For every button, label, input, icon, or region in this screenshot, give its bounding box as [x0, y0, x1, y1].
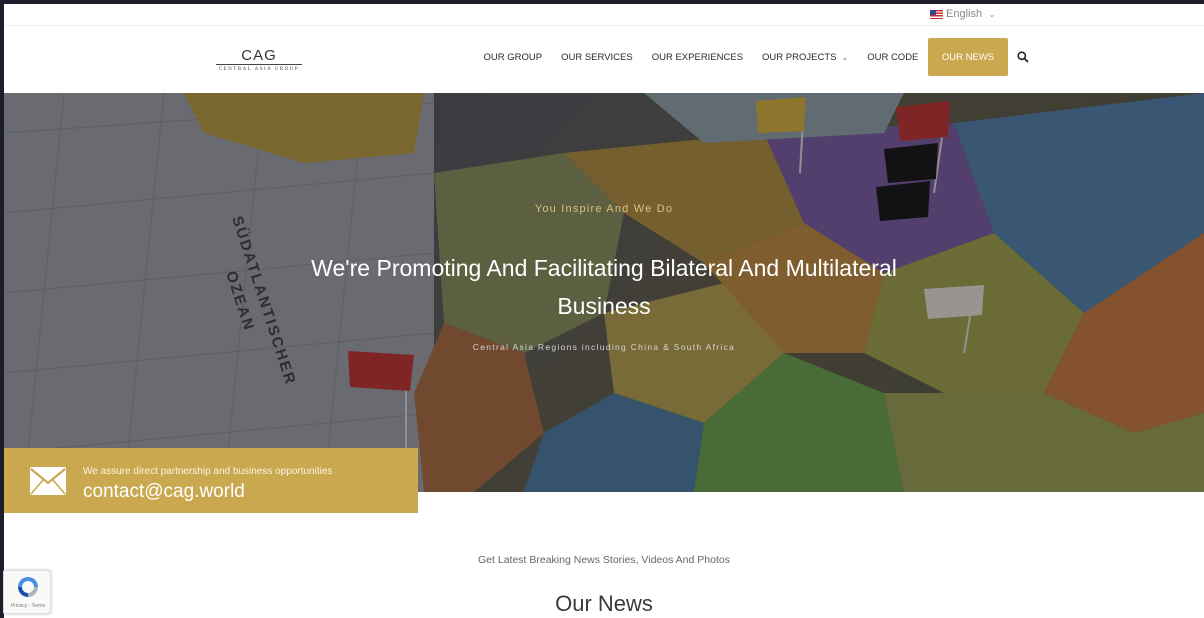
chevron-down-icon: ⌄	[988, 8, 996, 19]
browser-viewport: English ⌄ CAG CENTRAL ASIA GROUP OUR GRO…	[4, 4, 1204, 618]
nav-label: OUR CODE	[867, 51, 919, 63]
us-flag-icon	[930, 9, 943, 19]
contact-note: We assure direct partnership and busines…	[83, 466, 333, 477]
nav-item-our-experiences[interactable]: OUR EXPERIENCES	[642, 38, 752, 76]
nav-item-our-services[interactable]: OUR SERVICES	[552, 38, 643, 76]
search-icon[interactable]	[1016, 50, 1030, 64]
language-bar: English ⌄	[4, 4, 1204, 26]
recaptcha-links[interactable]: Privacy - Terms	[4, 603, 52, 609]
envelope-icon	[30, 467, 66, 495]
site-header: CAG CENTRAL ASIA GROUP OUR GROUP OUR SER…	[4, 26, 1204, 93]
nav-item-our-projects[interactable]: OUR PROJECTS ⌄	[753, 38, 858, 76]
nav-label: OUR GROUP	[483, 51, 543, 63]
nav-label: OUR NEWS	[941, 51, 995, 63]
language-selector[interactable]: English ⌄	[930, 8, 996, 20]
recaptcha-icon	[18, 577, 38, 597]
recaptcha-badge[interactable]: Privacy - Terms	[3, 570, 51, 614]
cag-logo[interactable]: CAG CENTRAL ASIA GROUP	[216, 48, 302, 72]
nav-label: OUR EXPERIENCES	[651, 51, 744, 63]
nav-item-our-news[interactable]: OUR NEWS	[927, 38, 1009, 76]
nav-item-our-code[interactable]: OUR CODE	[858, 38, 928, 76]
hero-banner: SÜDATLANTISCHER OZEAN You Inspire And We…	[4, 93, 1204, 492]
language-label: English	[946, 8, 983, 20]
nav-label: OUR PROJECTS	[762, 51, 837, 63]
hero-kicker: You Inspire And We Do	[534, 203, 674, 215]
logo-main-text: CAG	[216, 48, 302, 65]
main-nav: OUR GROUP OUR SERVICES OUR EXPERIENCES O…	[474, 38, 1030, 76]
nav-label: OUR SERVICES	[561, 51, 633, 63]
news-section-title: Our News	[555, 591, 653, 616]
hero-title: We're Promoting And Facilitating Bilater…	[311, 255, 897, 319]
contact-email-bar[interactable]: We assure direct partnership and busines…	[4, 448, 418, 513]
logo-sub-text: CENTRAL ASIA GROUP	[218, 67, 300, 72]
chevron-down-icon: ⌄	[841, 52, 849, 62]
nav-item-our-group[interactable]: OUR GROUP	[474, 38, 552, 76]
contact-email-link[interactable]: contact@cag.world	[83, 481, 245, 503]
news-kicker: Get Latest Breaking News Stories, Videos…	[478, 554, 730, 566]
hero-subtitle: Central Asia Regions including China & S…	[472, 342, 736, 352]
